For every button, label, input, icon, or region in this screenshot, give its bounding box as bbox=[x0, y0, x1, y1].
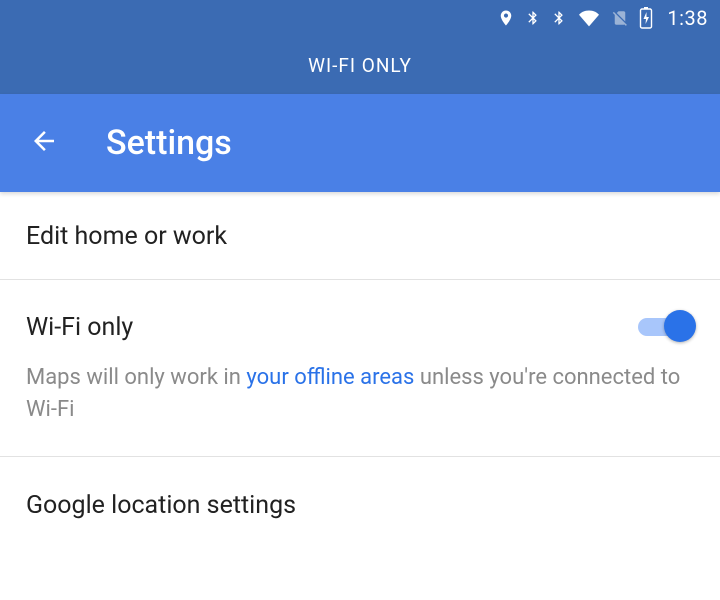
battery-charging-icon bbox=[639, 7, 653, 29]
row-title: Edit home or work bbox=[26, 222, 694, 251]
status-time: 1:38 bbox=[667, 6, 708, 30]
back-button[interactable] bbox=[24, 123, 64, 163]
banner-label: WI-FI ONLY bbox=[308, 54, 412, 77]
row-subtitle: Maps will only work in your offline area… bbox=[26, 362, 694, 426]
location-pin-icon bbox=[497, 8, 515, 28]
wifi-icon bbox=[577, 8, 601, 28]
status-bar: 1:38 bbox=[0, 0, 720, 36]
app-bar: Settings bbox=[0, 94, 720, 192]
toggle-thumb bbox=[664, 310, 696, 342]
row-wifi-only[interactable]: Wi-Fi only Maps will only work in your o… bbox=[0, 280, 720, 457]
bluetooth-icon bbox=[525, 8, 541, 28]
row-title: Google location settings bbox=[26, 491, 694, 520]
page-title: Settings bbox=[106, 123, 232, 163]
wifi-only-banner: WI-FI ONLY bbox=[0, 36, 720, 94]
subtitle-pre: Maps will only work in bbox=[26, 365, 246, 390]
row-title: Wi-Fi only bbox=[26, 313, 133, 342]
wifi-only-toggle[interactable] bbox=[638, 310, 694, 344]
arrow-back-icon bbox=[29, 126, 59, 160]
row-edit-home-work[interactable]: Edit home or work bbox=[0, 192, 720, 280]
offline-areas-link[interactable]: your offline areas bbox=[246, 365, 414, 390]
no-sim-icon bbox=[611, 8, 629, 28]
settings-list: Edit home or work Wi-Fi only Maps will o… bbox=[0, 192, 720, 548]
row-google-location-settings[interactable]: Google location settings bbox=[0, 457, 720, 548]
bluetooth-icon bbox=[551, 8, 567, 28]
